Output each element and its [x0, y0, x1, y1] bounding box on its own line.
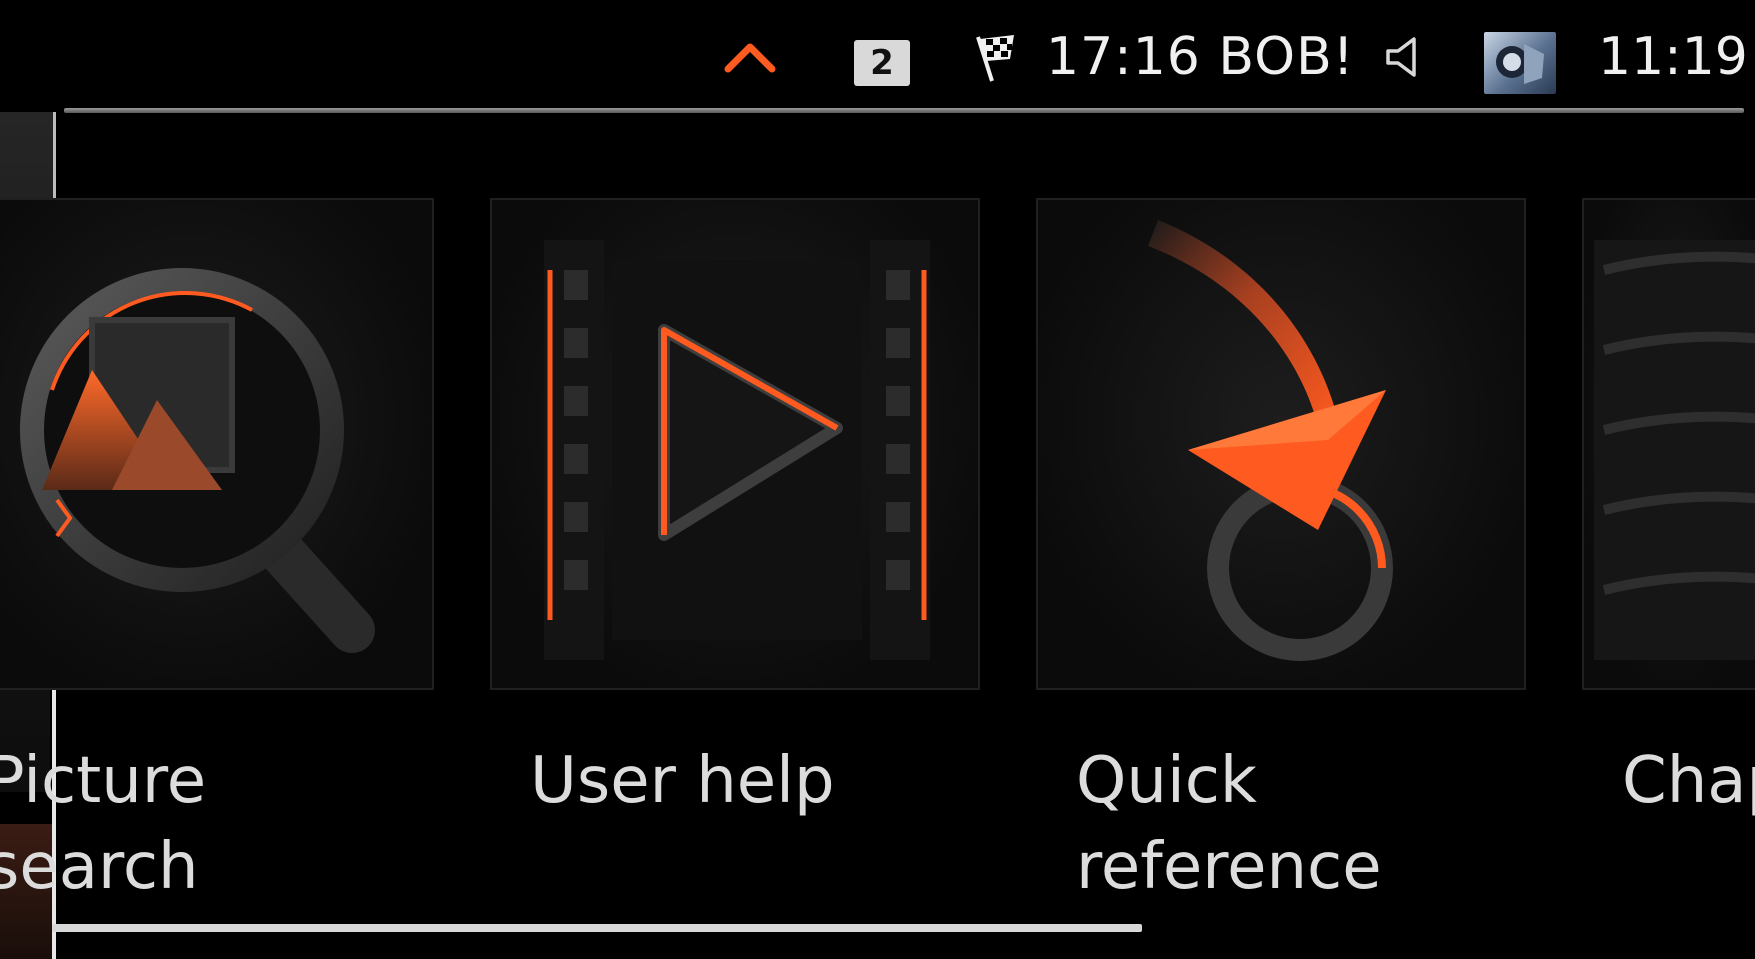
status-bar: 2 17:16 BOB! 11:19 [0, 0, 1755, 113]
chevron-up-icon[interactable] [722, 22, 778, 92]
tile-label-chapters[interactable]: Chap [1622, 738, 1755, 824]
tile-user-help[interactable] [490, 198, 980, 690]
screen: 2 17:16 BOB! 11:19 Picture search User h… [0, 0, 1755, 959]
status-badge: 2 [854, 40, 910, 86]
navigation-arrival-text: 17:16 BOB! [1046, 27, 1355, 87]
tile-chapters[interactable] [1582, 198, 1755, 690]
film-play-icon [544, 240, 930, 660]
menu-tiles: Picture search User help Quick reference… [0, 198, 1755, 904]
status-divider [64, 108, 1744, 113]
scroll-indicator [52, 924, 1142, 932]
curved-arrow-icon [1148, 220, 1393, 661]
book-pages-icon [1594, 240, 1755, 660]
media-thumbnail[interactable] [1484, 32, 1556, 94]
clock: 11:19 [1598, 27, 1748, 87]
tile-label-picture-search[interactable]: Picture search [0, 738, 206, 910]
speaker-icon[interactable] [1382, 22, 1432, 92]
tile-quick-reference[interactable] [1036, 198, 1526, 690]
checkered-flag-icon [970, 22, 1030, 92]
tile-label-quick-reference[interactable]: Quick reference [1076, 738, 1382, 910]
tile-label-user-help[interactable]: User help [530, 738, 835, 824]
magnifier-picture-icon [20, 268, 375, 653]
tile-picture-search[interactable] [0, 198, 434, 690]
